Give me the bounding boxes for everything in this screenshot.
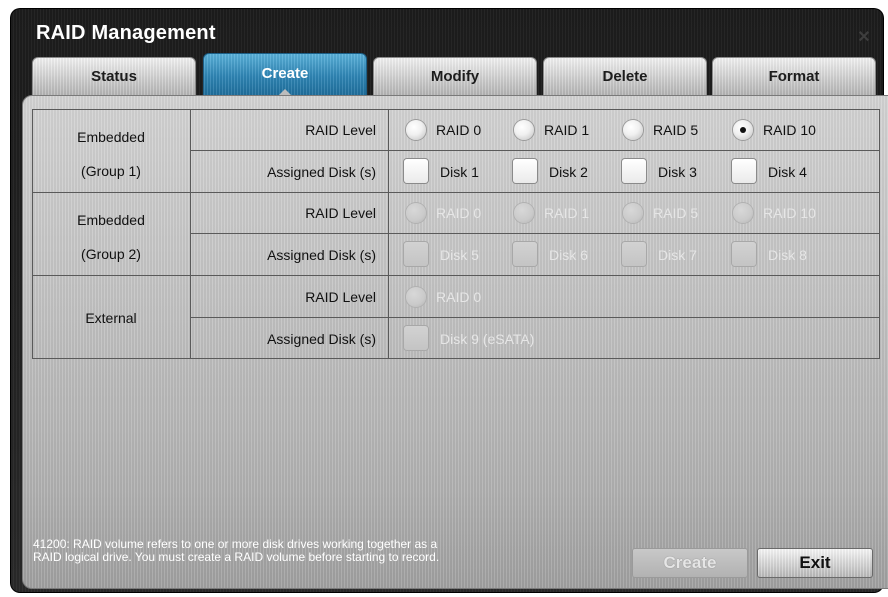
group1-name-line1: Embedded — [77, 129, 145, 145]
disk7-checkbox — [622, 242, 646, 266]
group2-name-line1: Embedded — [77, 212, 145, 228]
column-divider — [388, 109, 389, 359]
disk5-checkbox — [404, 242, 428, 266]
raid10-radio-group1[interactable] — [733, 120, 753, 140]
raid5-radio-group2 — [623, 203, 643, 223]
raid1-label-disabled: RAID 1 — [544, 205, 590, 221]
raid0-label-disabled: RAID 0 — [436, 205, 482, 221]
create-button: Create — [632, 548, 748, 578]
status-message: 41200: RAID volume refers to one or more… — [33, 537, 440, 564]
disk1-checkbox[interactable] — [404, 159, 428, 183]
group-divider — [32, 275, 880, 276]
raid1-radio-group1[interactable] — [514, 120, 534, 140]
row-divider — [190, 317, 880, 318]
raid1-radio-group2 — [514, 203, 534, 223]
raid10-label: RAID 10 — [763, 122, 816, 138]
raid0-label: RAID 0 — [436, 122, 482, 138]
tab-modify[interactable]: Modify — [373, 57, 537, 95]
disk4-label: Disk 4 — [768, 164, 807, 180]
close-icon[interactable]: ✕ — [854, 28, 874, 48]
group1-name-line2: (Group 1) — [81, 163, 141, 179]
disk8-label: Disk 8 — [768, 247, 807, 263]
raid5-radio-group1[interactable] — [623, 120, 643, 140]
external-raid0-label: RAID 0 — [436, 289, 482, 305]
raid10-label-disabled: RAID 10 — [763, 205, 816, 221]
assigned-disks-label: Assigned Disk (s) — [267, 247, 376, 263]
raid5-label-disabled: RAID 5 — [653, 205, 699, 221]
assigned-disks-label: Assigned Disk (s) — [267, 164, 376, 180]
raid-level-label: RAID Level — [305, 122, 376, 138]
disk2-checkbox[interactable] — [513, 159, 537, 183]
column-divider — [190, 109, 191, 359]
disk4-checkbox[interactable] — [732, 159, 756, 183]
disk2-label: Disk 2 — [549, 164, 588, 180]
disk8-checkbox — [732, 242, 756, 266]
raid1-label: RAID 1 — [544, 122, 590, 138]
raid5-label: RAID 5 — [653, 122, 699, 138]
disk9-checkbox — [404, 326, 428, 350]
window-title: RAID Management — [36, 22, 216, 44]
raid0-radio-external — [406, 287, 426, 307]
raid0-radio-group2 — [406, 203, 426, 223]
tab-delete[interactable]: Delete — [543, 57, 707, 95]
group-divider — [32, 192, 880, 193]
disk6-label: Disk 6 — [549, 247, 588, 263]
raid0-radio-group1[interactable] — [406, 120, 426, 140]
disk3-checkbox[interactable] — [622, 159, 646, 183]
row-divider — [190, 150, 880, 151]
tab-status[interactable]: Status — [32, 57, 196, 95]
raid-level-label: RAID Level — [305, 205, 376, 221]
disk5-label: Disk 5 — [440, 247, 479, 263]
disk6-checkbox — [513, 242, 537, 266]
row-divider — [190, 233, 880, 234]
raid10-radio-group2 — [733, 203, 753, 223]
group2-name-line2: (Group 2) — [81, 246, 141, 262]
exit-button[interactable]: Exit — [757, 548, 873, 578]
disk1-label: Disk 1 — [440, 164, 479, 180]
disk7-label: Disk 7 — [658, 247, 697, 263]
tab-format[interactable]: Format — [712, 57, 876, 95]
disk9-label: Disk 9 (eSATA) — [440, 331, 535, 347]
external-group-name: External — [85, 310, 137, 326]
tab-create[interactable]: Create — [203, 53, 367, 96]
assigned-disks-label: Assigned Disk (s) — [267, 331, 376, 347]
raid-level-label: RAID Level — [305, 289, 376, 305]
disk3-label: Disk 3 — [658, 164, 697, 180]
